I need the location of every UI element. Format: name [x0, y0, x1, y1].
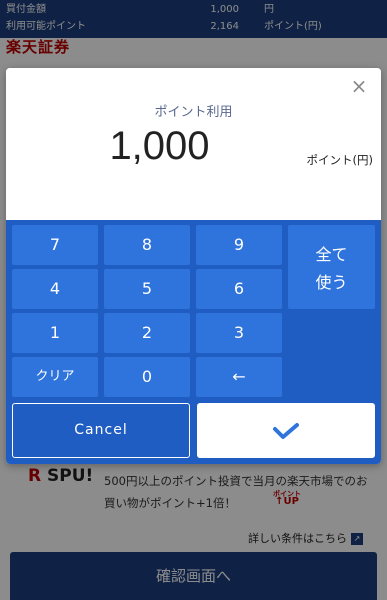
point-amount-unit: ポイント(円): [306, 153, 373, 167]
key-2[interactable]: 2: [104, 313, 190, 353]
backspace-button[interactable]: ←: [196, 357, 282, 397]
point-amount-display: 1,000: [109, 124, 210, 168]
key-5[interactable]: 5: [104, 269, 190, 309]
check-icon: [273, 423, 299, 439]
modal-title: ポイント利用: [154, 105, 233, 120]
modal-header: × ポイント利用 1,000 ポイント(円): [6, 68, 381, 220]
use-all-line1: 全て: [315, 245, 348, 264]
clear-button[interactable]: クリア: [12, 357, 98, 397]
key-6[interactable]: 6: [196, 269, 282, 309]
key-4[interactable]: 4: [12, 269, 98, 309]
key-0[interactable]: 0: [104, 357, 190, 397]
numeric-keypad: 7 8 9 全て 使う 4 5 6 1 2 3 クリア 0 ← Cancel: [6, 220, 381, 464]
ok-button[interactable]: [197, 403, 375, 458]
key-1[interactable]: 1: [12, 313, 98, 353]
close-icon[interactable]: ×: [347, 74, 371, 98]
key-9[interactable]: 9: [196, 225, 282, 265]
point-use-modal: × ポイント利用 1,000 ポイント(円) 7 8 9 全て 使う 4 5 6…: [6, 68, 381, 464]
use-all-button[interactable]: 全て 使う: [288, 225, 375, 309]
key-8[interactable]: 8: [104, 225, 190, 265]
key-3[interactable]: 3: [196, 313, 282, 353]
key-7[interactable]: 7: [12, 225, 98, 265]
use-all-line2: 使う: [315, 273, 348, 292]
cancel-button[interactable]: Cancel: [12, 403, 190, 458]
